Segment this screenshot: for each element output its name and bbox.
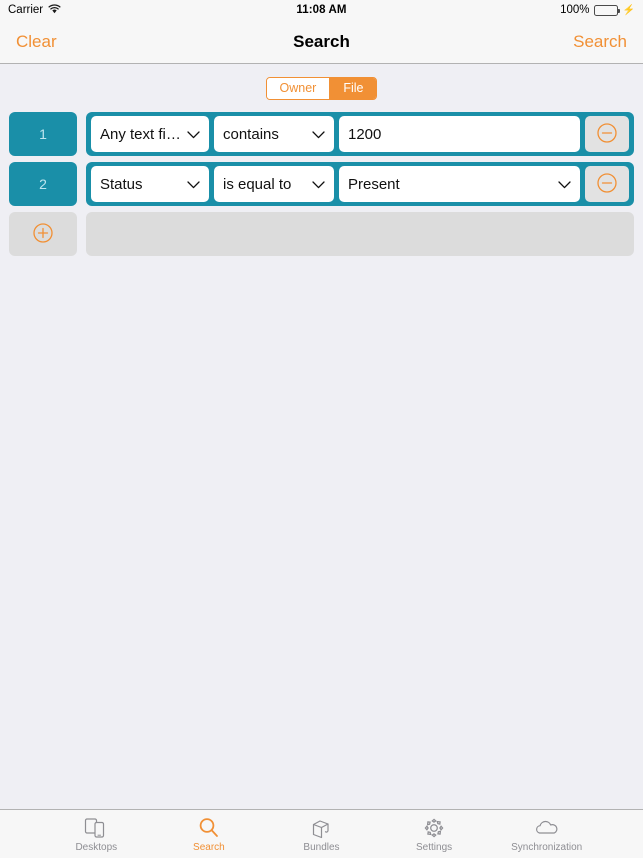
empty-criteria-bar: [91, 216, 629, 252]
attribute-select-1[interactable]: Any text field: [91, 116, 209, 152]
chevron-down-icon: [187, 126, 200, 143]
tab-bundles-label: Bundles: [303, 842, 340, 853]
attribute-select-2[interactable]: Status: [91, 166, 209, 202]
content-area: [0, 262, 643, 809]
tab-bar: Desktops Search Bundles Settings Synchro…: [0, 809, 643, 858]
plus-circle-icon: [32, 222, 54, 247]
add-criteria-placeholder-fields: [86, 212, 634, 256]
status-bar-right: 100% ⚡: [560, 4, 635, 16]
tab-synchronization[interactable]: Synchronization: [490, 810, 603, 858]
battery-icon: [593, 4, 620, 16]
tab-settings[interactable]: Settings: [378, 810, 491, 858]
criteria-row-fields-1: Any text field contains 1200: [86, 112, 634, 156]
devices-icon: [84, 815, 108, 841]
remove-criteria-button-2[interactable]: [585, 166, 629, 202]
tab-synchronization-label: Synchronization: [511, 842, 583, 853]
chevron-down-icon: [187, 176, 200, 193]
minus-circle-icon: [596, 172, 618, 197]
chevron-down-icon: [312, 126, 325, 143]
criteria-row-fields-2: Status is equal to Present: [86, 162, 634, 206]
operator-select-1[interactable]: contains: [214, 116, 334, 152]
charging-bolt-icon: ⚡: [622, 4, 635, 16]
operator-select-1-value: contains: [223, 125, 279, 143]
tab-desktops-label: Desktops: [75, 842, 118, 853]
add-criteria-row: [9, 212, 634, 256]
row-number-badge-1[interactable]: 1: [9, 112, 77, 156]
scope-segmented-control-wrap: Owner File: [0, 64, 643, 112]
scope-segmented-control[interactable]: Owner File: [265, 77, 378, 100]
status-bar-clock: 11:08 AM: [296, 4, 347, 16]
app-root: Carrier 11:08 AM 100% ⚡ Clear Search Sea…: [0, 0, 643, 858]
cloud-icon: [534, 815, 560, 841]
value-select-2[interactable]: Present: [339, 166, 580, 202]
clear-button[interactable]: Clear: [16, 32, 57, 52]
operator-select-2-value: is equal to: [223, 175, 292, 193]
bundle-box-icon: [309, 815, 333, 841]
remove-criteria-button-1[interactable]: [585, 116, 629, 152]
minus-circle-icon: [596, 122, 618, 147]
tab-settings-label: Settings: [416, 842, 453, 853]
attribute-select-1-value: Any text field: [100, 125, 181, 143]
add-criteria-button[interactable]: [9, 212, 77, 256]
criteria-list: 1 Any text field contains 1200 2 Status …: [0, 112, 643, 262]
navigation-bar: Clear Search Search: [0, 20, 643, 64]
page-title: Search: [293, 31, 350, 51]
tab-search[interactable]: Search: [153, 810, 266, 858]
criteria-row: 2 Status is equal to Present: [9, 162, 634, 206]
value-input-1[interactable]: 1200: [339, 116, 580, 152]
operator-select-2[interactable]: is equal to: [214, 166, 334, 202]
status-bar: Carrier 11:08 AM 100% ⚡: [0, 0, 643, 20]
row-number-badge-2[interactable]: 2: [9, 162, 77, 206]
segment-owner[interactable]: Owner: [266, 78, 330, 99]
search-icon: [197, 815, 221, 841]
value-input-1-value: 1200: [348, 125, 382, 143]
chevron-down-icon: [558, 176, 571, 193]
chevron-down-icon: [312, 176, 325, 193]
segment-file[interactable]: File: [329, 78, 377, 99]
attribute-select-2-value: Status: [100, 175, 143, 193]
tab-search-label: Search: [193, 842, 225, 853]
tab-bundles[interactable]: Bundles: [265, 810, 378, 858]
criteria-row: 1 Any text field contains 1200: [9, 112, 634, 156]
battery-percent-label: 100%: [560, 4, 590, 16]
search-button[interactable]: Search: [573, 32, 627, 52]
gear-icon: [422, 815, 446, 841]
value-select-2-value: Present: [348, 175, 400, 193]
tab-desktops[interactable]: Desktops: [40, 810, 153, 858]
